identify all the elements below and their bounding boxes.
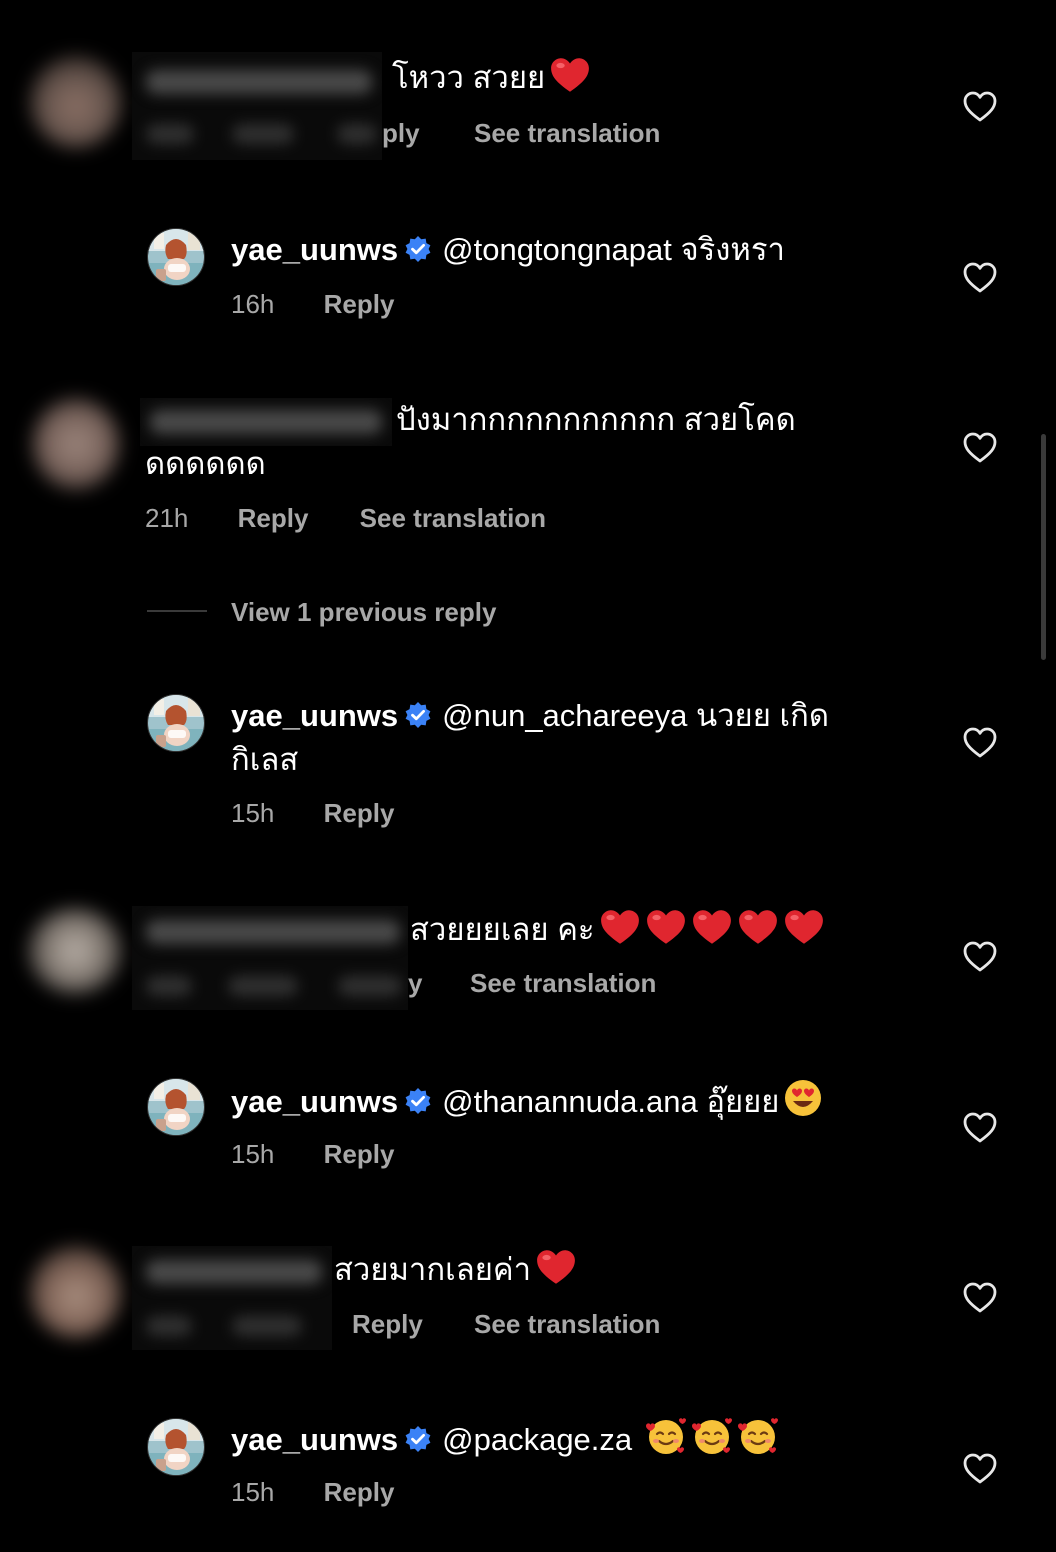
heart-outline-icon[interactable]	[963, 432, 997, 464]
verified-badge-icon	[404, 1425, 432, 1453]
reply-text: yae_uunws @package.za	[231, 1416, 780, 1462]
red-heart-emoji-icon	[691, 908, 733, 946]
verified-badge-icon	[404, 1087, 432, 1115]
commenter-avatar[interactable]	[32, 398, 120, 490]
comment-meta: See translation	[474, 118, 660, 149]
verified-badge-icon	[404, 235, 432, 263]
username-link[interactable]: yae_uunws	[231, 232, 398, 267]
comment-body: สวยยยเลย คะ	[410, 912, 595, 947]
red-heart-emoji-icon	[535, 1248, 577, 1286]
owner-avatar[interactable]	[147, 1078, 205, 1136]
username-link[interactable]: yae_uunws	[231, 1422, 398, 1457]
reply-meta: 15h Reply	[231, 1139, 394, 1170]
red-heart-emoji-icon	[549, 56, 591, 94]
reply-button[interactable]: Reply	[324, 289, 395, 319]
comment-body: โหวว สวยย	[392, 60, 546, 95]
reply-text: กิเลส	[231, 738, 298, 782]
view-replies-label: View 1 previous reply	[231, 597, 497, 627]
reply-body: @tongtongnapat จริงหรา	[442, 232, 785, 267]
timestamp: 15h	[231, 798, 275, 828]
reply-meta: 16h Reply	[231, 289, 394, 320]
see-translation-button[interactable]: See translation	[474, 1309, 660, 1339]
see-translation-button[interactable]: See translation	[360, 503, 546, 533]
redacted-username	[132, 1246, 332, 1350]
red-heart-emoji-icon	[783, 908, 825, 946]
heart-outline-icon[interactable]	[963, 1453, 997, 1485]
redacted-username	[132, 52, 382, 160]
see-translation-button[interactable]: See translation	[474, 118, 660, 148]
smiling-face-with-hearts-emoji-icon	[690, 1416, 734, 1456]
timestamp: 16h	[231, 289, 275, 319]
comment-body: ดดดดดด	[145, 446, 266, 481]
heart-eyes-emoji-icon	[783, 1078, 823, 1118]
reply-body: @package.za	[442, 1422, 633, 1457]
heart-outline-icon[interactable]	[963, 727, 997, 759]
scrollbar[interactable]	[1041, 434, 1046, 660]
comment-meta: See translation	[470, 968, 656, 999]
comment-text: โหวว สวยย	[392, 56, 591, 100]
reply-meta: 15h Reply	[231, 1477, 394, 1508]
commenter-avatar[interactable]	[28, 908, 122, 994]
heart-outline-icon[interactable]	[963, 1112, 997, 1144]
red-heart-emoji-icon	[599, 908, 641, 946]
redacted-username	[140, 398, 392, 446]
comment-text: สวยมากเลยค่า	[334, 1248, 577, 1292]
comment-text: สวยยยเลย คะ	[410, 908, 825, 952]
reply-button[interactable]: ply	[382, 118, 420, 148]
reply-button[interactable]: Reply	[352, 1309, 423, 1339]
reply-button[interactable]: Reply	[324, 798, 395, 828]
reply-body: @thanannuda.ana อุ๊ยยย	[442, 1084, 780, 1119]
reply-button[interactable]: Reply	[324, 1477, 395, 1507]
comment-body: ปังมากกกกกกกกกกก สวยโคด	[396, 402, 796, 437]
comment-meta: 21h Reply See translation	[145, 503, 546, 534]
comment-text: ปังมากกกกกกกกกกก สวยโคด	[396, 398, 796, 442]
heart-outline-icon[interactable]	[963, 941, 997, 973]
timestamp: 15h	[231, 1477, 275, 1507]
reply-text: yae_uunws @thanannuda.ana อุ๊ยยย	[231, 1078, 823, 1124]
timestamp: 21h	[145, 503, 189, 533]
reply-button[interactable]: Reply	[324, 1139, 395, 1169]
comment-meta: ply	[382, 118, 420, 149]
reply-button[interactable]: y	[408, 968, 422, 998]
username-link[interactable]: yae_uunws	[231, 1084, 398, 1119]
comment-meta: Reply See translation	[352, 1309, 660, 1340]
owner-avatar[interactable]	[147, 1418, 205, 1476]
comment-text: ดดดดดด	[145, 442, 266, 486]
comment-meta: y	[408, 968, 422, 999]
smiling-face-with-hearts-emoji-icon	[644, 1416, 688, 1456]
heart-outline-icon[interactable]	[963, 1282, 997, 1314]
redacted-username	[132, 906, 408, 1010]
verified-badge-icon	[404, 701, 432, 729]
username-link[interactable]: yae_uunws	[231, 698, 398, 733]
see-translation-button[interactable]: See translation	[470, 968, 656, 998]
owner-avatar[interactable]	[147, 694, 205, 752]
heart-outline-icon[interactable]	[963, 262, 997, 294]
reply-text: yae_uunws @tongtongnapat จริงหรา	[231, 228, 785, 272]
smiling-face-with-hearts-emoji-icon	[736, 1416, 780, 1456]
owner-avatar[interactable]	[147, 228, 205, 286]
reply-meta: 15h Reply	[231, 798, 394, 829]
thread-line	[147, 610, 207, 612]
reply-text: yae_uunws @nun_achareeya นวยย เกิด	[231, 694, 829, 738]
comment-body: สวยมากเลยค่า	[334, 1252, 532, 1287]
reply-button[interactable]: Reply	[238, 503, 309, 533]
view-previous-replies-button[interactable]: View 1 previous reply	[231, 597, 496, 628]
reply-body: กิเลส	[231, 742, 299, 777]
reply-body: @nun_achareeya นวยย เกิด	[442, 698, 829, 733]
red-heart-emoji-icon	[737, 908, 779, 946]
commenter-avatar[interactable]	[30, 56, 122, 148]
red-heart-emoji-icon	[645, 908, 687, 946]
timestamp: 15h	[231, 1139, 275, 1169]
commenter-avatar[interactable]	[30, 1246, 122, 1338]
heart-outline-icon[interactable]	[963, 91, 997, 123]
